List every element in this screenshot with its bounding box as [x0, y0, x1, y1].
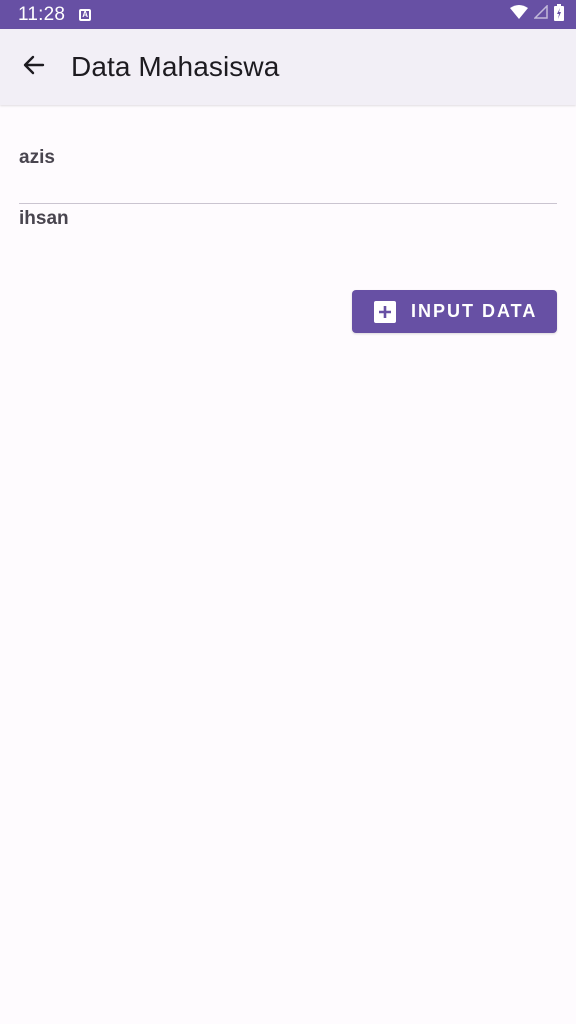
input-data-button-label: INPUT DATA	[411, 301, 538, 321]
input-data-button[interactable]: INPUT DATA	[352, 290, 557, 333]
arrow-back-icon	[22, 53, 46, 82]
list-item-label: ihsan	[19, 208, 69, 229]
main-content: azis ihsan INPUT DATA	[0, 105, 576, 1024]
battery-charging-icon	[554, 3, 564, 26]
status-icons	[510, 3, 564, 26]
list-item[interactable]: ihsan	[19, 208, 557, 230]
app-bar: Data Mahasiswa	[0, 29, 576, 105]
status-bar: 11:28 A	[0, 0, 576, 29]
signal-icon	[533, 4, 548, 24]
add-box-icon	[374, 300, 396, 323]
status-time: 11:28	[18, 3, 66, 25]
list-item-label: azis	[19, 147, 55, 168]
list-item[interactable]: azis	[19, 147, 557, 169]
list-divider	[19, 203, 557, 204]
back-button[interactable]	[17, 50, 51, 84]
wifi-icon	[510, 4, 528, 25]
page-title: Data Mahasiswa	[71, 51, 280, 82]
notification-app-icon: A	[79, 8, 92, 21]
